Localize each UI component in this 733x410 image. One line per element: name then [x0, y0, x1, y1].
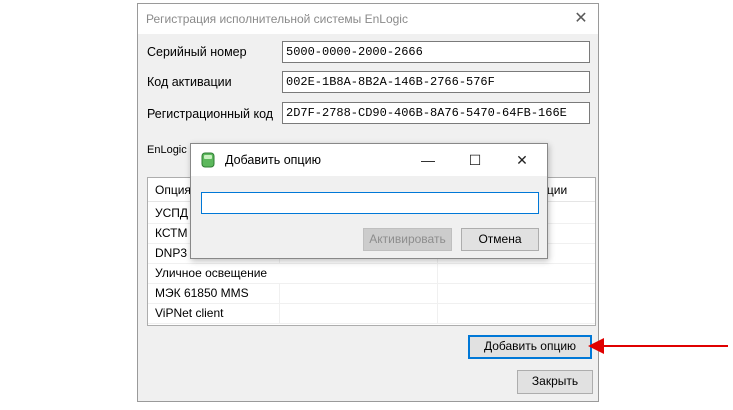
activation-label: Код активации [147, 75, 232, 89]
list-item-label: КСТМ [155, 226, 188, 240]
list-item-label: ViPNet client [155, 306, 224, 320]
add-option-dialog: Добавить опцию — ☐ ✕ Активировать Отмена [190, 143, 548, 259]
list-item-label: Уличное освещение [155, 266, 268, 280]
reg-code-field[interactable]: 2D7F-2788-CD90-406B-8A76-5470-64FB-166E [282, 102, 590, 124]
cancel-button[interactable]: Отмена [461, 228, 539, 251]
window-titlebar: Регистрация исполнительной системы EnLog… [138, 4, 598, 34]
pointer-arrow-icon [588, 338, 728, 354]
add-option-button[interactable]: Добавить опцию [468, 335, 592, 359]
minimize-icon[interactable]: — [415, 148, 441, 172]
column-separator [437, 303, 438, 323]
column-header-option[interactable]: Опция [155, 183, 191, 197]
list-item[interactable]: Уличное освещение [148, 263, 595, 284]
serial-label: Серийный номер [147, 45, 247, 59]
column-separator [437, 283, 438, 303]
column-separator [279, 303, 280, 323]
list-item[interactable]: МЭК 61850 MMS [148, 283, 595, 304]
window-close-icon[interactable]: ✕ [570, 8, 592, 30]
list-item-label: УСПД [155, 206, 189, 220]
reg-code-label: Регистрационный код [147, 107, 274, 121]
activation-field[interactable]: 002E-1B8A-8B2A-146B-2766-576F [282, 71, 590, 93]
serial-field[interactable]: 5000-0000-2000-2666 [282, 41, 590, 63]
dialog-title: Добавить опцию [225, 153, 321, 167]
close-button[interactable]: Закрыть [517, 370, 593, 394]
activate-button[interactable]: Активировать [363, 228, 452, 251]
list-item-label: DNP3 [155, 246, 188, 260]
option-code-input[interactable] [201, 192, 539, 214]
column-separator [279, 283, 280, 303]
window-title: Регистрация исполнительной системы EnLog… [146, 12, 408, 26]
app-icon [201, 152, 215, 168]
column-separator [437, 263, 438, 283]
dialog-titlebar: Добавить опцию — ☐ ✕ [191, 144, 547, 176]
list-item-label: МЭК 61850 MMS [155, 286, 249, 300]
maximize-icon[interactable]: ☐ [462, 148, 488, 172]
dialog-close-icon[interactable]: ✕ [509, 148, 535, 172]
list-item[interactable]: ViPNet client [148, 303, 595, 324]
